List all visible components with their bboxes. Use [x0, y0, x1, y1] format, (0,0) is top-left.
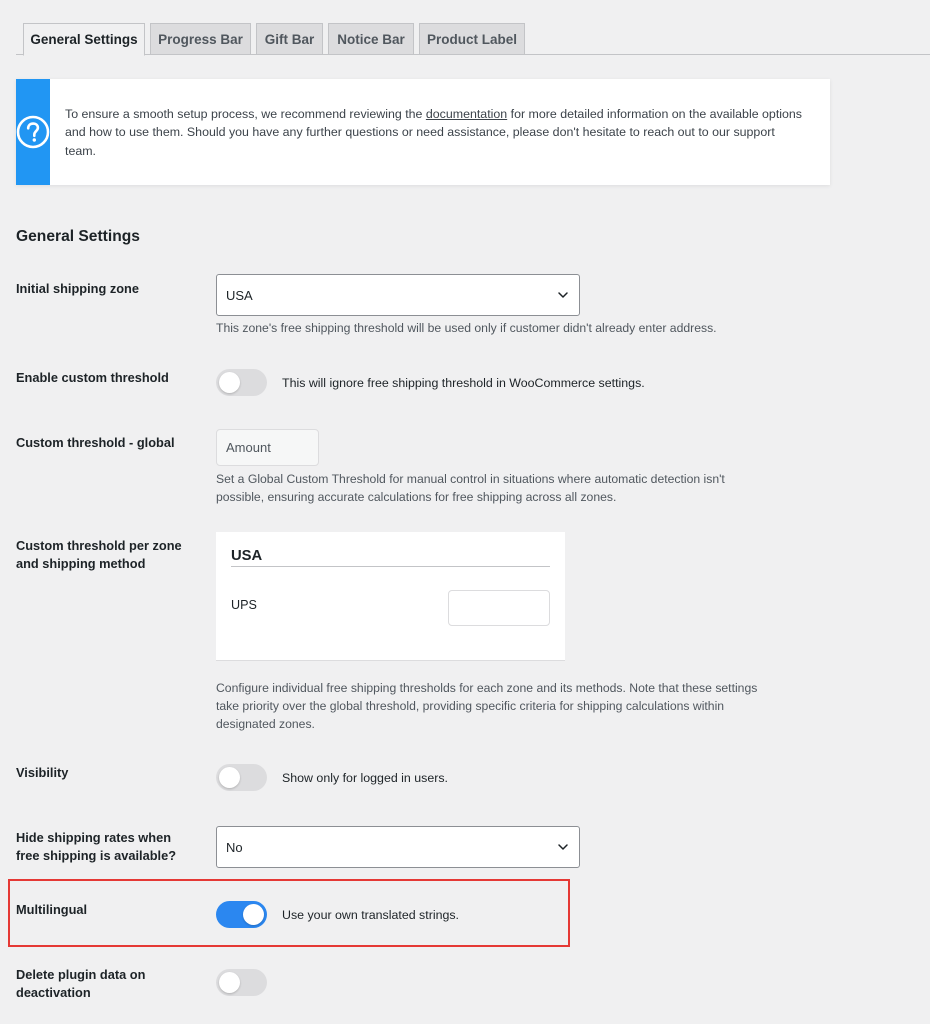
- per-zone-label: Custom threshold per zone and shipping m…: [16, 538, 182, 571]
- hide-rates-value: No: [226, 839, 243, 855]
- initial-zone-description: This zone's free shipping threshold will…: [216, 321, 717, 335]
- question-circle-icon: [16, 115, 50, 149]
- zone-divider: [231, 566, 550, 567]
- notice-icon-box: [16, 79, 50, 185]
- zone-threshold-card: USA UPS: [216, 532, 565, 661]
- multilingual-label: Multilingual: [16, 902, 88, 917]
- delete-data-label: Delete plugin data on deactivation: [16, 967, 146, 1000]
- zone-title: USA: [231, 548, 263, 564]
- tab-progress-bar[interactable]: Progress Bar: [150, 23, 251, 55]
- toggle-knob: [219, 972, 240, 993]
- documentation-link[interactable]: documentation: [426, 107, 507, 121]
- per-zone-description: Configure individual free shipping thres…: [216, 681, 758, 731]
- custom-threshold-label: Enable custom threshold: [16, 370, 169, 385]
- documentation-notice: To ensure a smooth setup process, we rec…: [16, 79, 830, 185]
- custom-threshold-toggle[interactable]: [216, 369, 267, 396]
- initial-zone-label: Initial shipping zone: [16, 281, 139, 296]
- chevron-down-icon: [558, 292, 568, 298]
- amount-placeholder: Amount: [226, 440, 271, 455]
- tab-general-settings[interactable]: General Settings: [23, 23, 145, 56]
- visibility-text: Show only for logged in users.: [282, 771, 448, 785]
- multilingual-toggle[interactable]: [216, 901, 267, 928]
- notice-text: To ensure a smooth setup process, we rec…: [50, 79, 830, 185]
- custom-threshold-text: This will ignore free shipping threshold…: [282, 376, 645, 390]
- zone-method-label: UPS: [231, 598, 257, 612]
- global-threshold-input[interactable]: Amount: [216, 429, 319, 466]
- toggle-knob: [219, 767, 240, 788]
- visibility-label: Visibility: [16, 765, 69, 780]
- hide-rates-label: Hide shipping rates when free shipping i…: [16, 830, 177, 863]
- ups-threshold-input[interactable]: [448, 590, 550, 626]
- global-threshold-description: Set a Global Custom Threshold for manual…: [216, 472, 725, 504]
- toggle-knob: [219, 372, 240, 393]
- hide-rates-select[interactable]: No: [216, 826, 580, 868]
- global-threshold-label: Custom threshold - global: [16, 435, 175, 450]
- initial-zone-select[interactable]: USA: [216, 274, 580, 316]
- settings-tabs: General Settings Progress Bar Gift Bar N…: [0, 0, 930, 56]
- section-title: General Settings: [16, 228, 140, 245]
- tab-gift-bar[interactable]: Gift Bar: [256, 23, 323, 55]
- visibility-toggle[interactable]: [216, 764, 267, 791]
- notice-text-before: To ensure a smooth setup process, we rec…: [65, 107, 426, 121]
- toggle-knob: [243, 904, 264, 925]
- initial-zone-value: USA: [226, 287, 253, 303]
- delete-data-toggle[interactable]: [216, 969, 267, 996]
- chevron-down-icon: [558, 844, 568, 850]
- tab-product-label[interactable]: Product Label: [419, 23, 525, 55]
- multilingual-text: Use your own translated strings.: [282, 908, 459, 922]
- tab-notice-bar[interactable]: Notice Bar: [328, 23, 414, 55]
